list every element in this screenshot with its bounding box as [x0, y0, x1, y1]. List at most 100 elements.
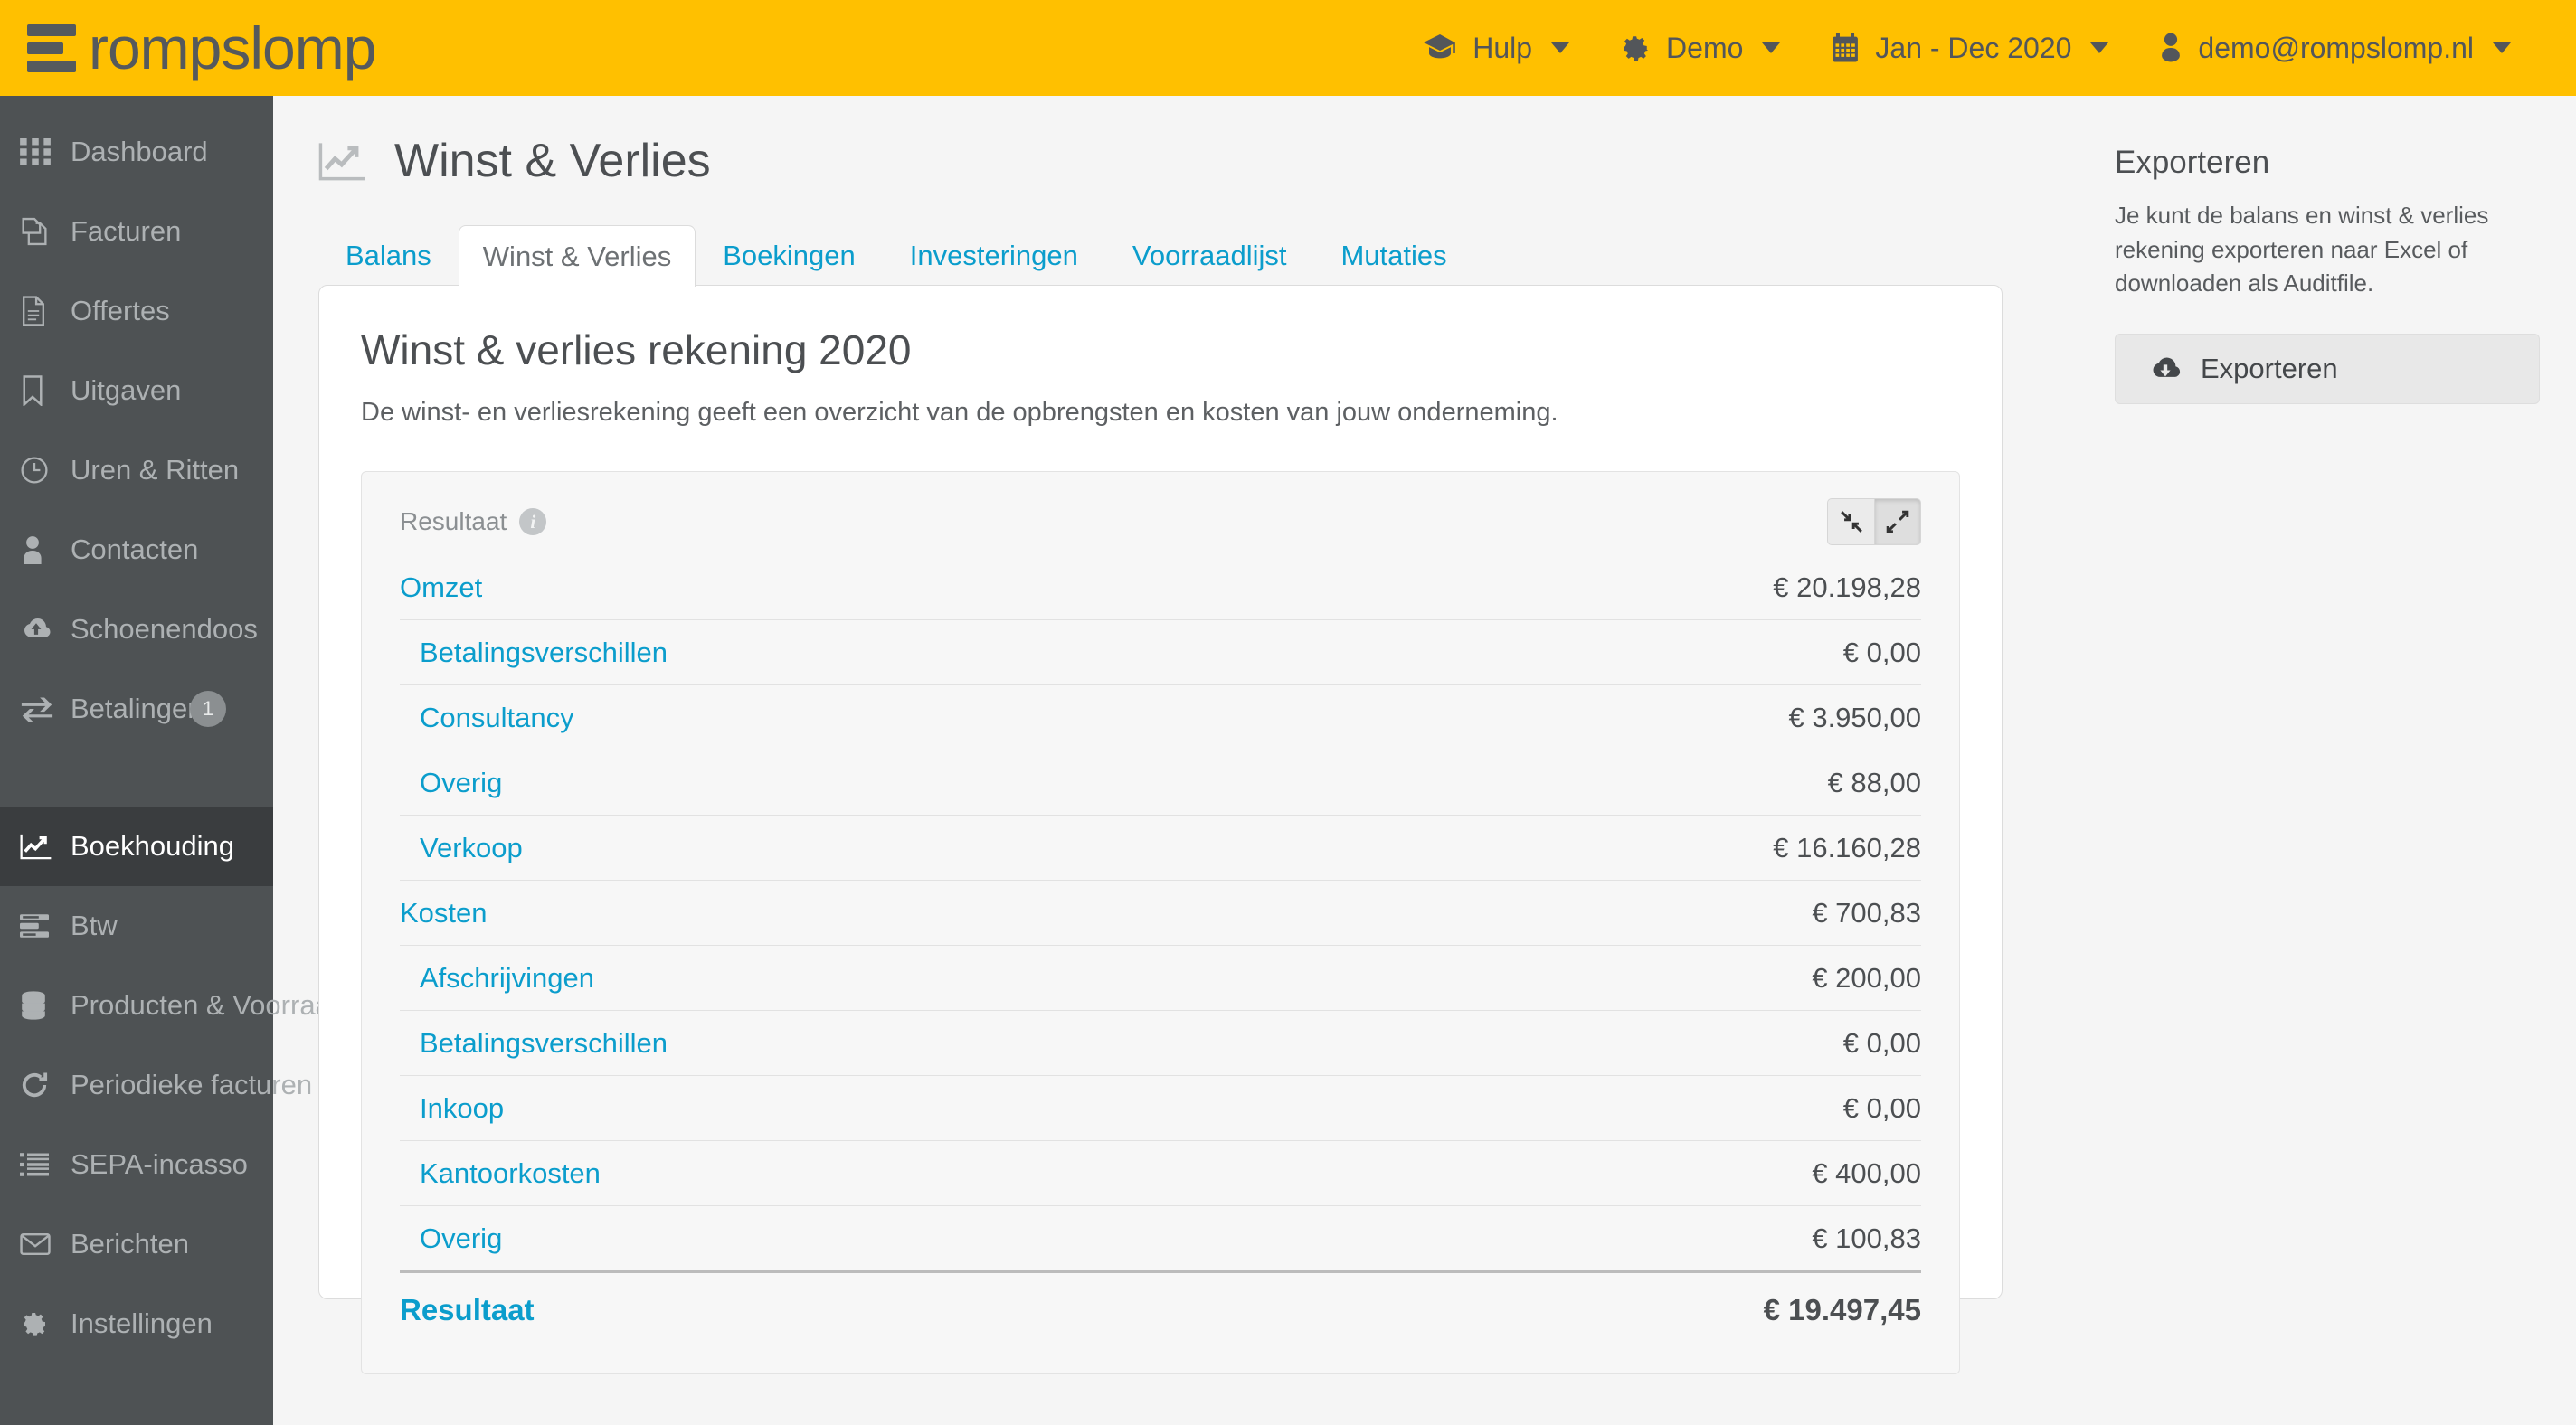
info-icon[interactable]: i: [519, 508, 547, 535]
table-row[interactable]: Betalingsverschillen € 0,00: [400, 620, 1921, 685]
bookmark-icon: [20, 375, 71, 406]
export-panel: Exporteren Je kunt de balans en winst & …: [2053, 96, 2576, 405]
tab-investeringen[interactable]: Investeringen: [883, 226, 1105, 286]
topnav-item-hulp[interactable]: Hulp: [1397, 0, 1595, 96]
export-panel-text: Je kunt de balans en winst & verlies rek…: [2115, 202, 2489, 297]
row-amount: € 3.950,00: [1788, 701, 1921, 733]
app-root: rompslomp Hulp Demo Jan - Dec 2020 demo@…: [0, 0, 2576, 1425]
database-icon: [20, 991, 71, 1020]
refresh-icon: [20, 1071, 71, 1099]
sidebar-item-btw[interactable]: Btw: [0, 886, 273, 966]
row-label[interactable]: Overig: [400, 767, 502, 799]
table-row[interactable]: Consultancy € 3.950,00: [400, 685, 1921, 750]
sidebar-item-label: Uren & Ritten: [71, 454, 240, 486]
row-toggle-buttons: [1827, 498, 1921, 545]
expand-rows-button[interactable]: [1874, 498, 1921, 545]
sidebar-item-berichten[interactable]: Berichten: [0, 1204, 273, 1284]
sidebar-item-label: Boekhouding: [71, 830, 234, 862]
tab-voorraadlijst[interactable]: Voorraadlijst: [1105, 226, 1314, 286]
tab-mutaties[interactable]: Mutaties: [1313, 226, 1473, 286]
gear-icon: [20, 1309, 71, 1338]
table-row[interactable]: Betalingsverschillen € 0,00: [400, 1011, 1921, 1076]
panel-subtitle: De winst- en verliesrekening geeft een o…: [361, 398, 1558, 427]
sidebar-item-dashboard[interactable]: Dashboard: [0, 112, 273, 192]
tab-boekingen[interactable]: Boekingen: [696, 226, 883, 286]
sidebar-item-label: Betalingen: [71, 693, 204, 724]
sidebar-item-label: Uitgaven: [71, 374, 182, 406]
row-label[interactable]: Inkoop: [400, 1092, 504, 1125]
person-icon: [20, 535, 71, 564]
cloud-download-icon: [2148, 356, 2183, 382]
table-row[interactable]: Afschrijvingen € 200,00: [400, 946, 1921, 1011]
copy-files-icon: [20, 216, 71, 247]
row-amount: € 100,83: [1812, 1222, 1921, 1254]
sidebar-item-contacten[interactable]: Contacten: [0, 510, 273, 590]
sidebar-item-boekhouding[interactable]: Boekhouding: [0, 807, 273, 886]
line-chart-icon: [20, 833, 71, 860]
cloud-upload-icon: [20, 617, 71, 642]
topnav-label: Demo: [1666, 31, 1744, 64]
table-row[interactable]: Omzet € 20.198,28: [400, 555, 1921, 620]
chevron-down-icon: [1551, 42, 1570, 53]
brand-logo[interactable]: rompslomp: [27, 14, 376, 81]
topnav-label: demo@rompslomp.nl: [2198, 31, 2474, 64]
status-badge: 1: [190, 691, 226, 727]
profit-loss-table: Resultaat i Omzet € 20.198,28 Betalingsv…: [361, 471, 1960, 1374]
table-row[interactable]: Overig € 88,00: [400, 750, 1921, 816]
topnav-item-period[interactable]: Jan - Dec 2020: [1805, 0, 2134, 96]
row-label[interactable]: Verkoop: [400, 832, 523, 864]
row-label[interactable]: Kantoorkosten: [400, 1157, 601, 1190]
sidebar-item-label: Berichten: [71, 1228, 189, 1260]
chevron-down-icon: [2493, 42, 2511, 53]
brand-name: rompslomp: [89, 14, 376, 81]
topnav-item-demo[interactable]: Demo: [1595, 0, 1805, 96]
row-amount: € 400,00: [1812, 1156, 1921, 1189]
sidebar-item-label: Dashboard: [71, 136, 208, 167]
table-row[interactable]: Kosten € 700,83: [400, 881, 1921, 946]
report-label-group: Resultaat i: [400, 507, 547, 536]
row-amount: € 19.497,45: [1763, 1292, 1921, 1326]
row-label[interactable]: Kosten: [400, 897, 488, 930]
row-label[interactable]: Consultancy: [400, 702, 574, 734]
row-label[interactable]: Betalingsverschillen: [400, 1027, 668, 1060]
sidebar-item-schoenendoos[interactable]: Schoenendoos: [0, 590, 273, 669]
table-row-total: Resultaat € 19.497,45: [400, 1270, 1921, 1346]
graduation-cap-icon: [1423, 34, 1457, 61]
row-label[interactable]: Omzet: [400, 571, 482, 604]
sidebar-item-periodieke-facturen[interactable]: Periodieke facturen: [0, 1045, 312, 1125]
page-header: Winst & Verlies: [306, 134, 2053, 188]
sidebar-item-sepa-incasso[interactable]: SEPA-incasso: [0, 1125, 273, 1204]
export-panel-title: Exporteren: [2115, 145, 2270, 180]
sidebar-item-label: Facturen: [71, 215, 182, 247]
row-label[interactable]: Afschrijvingen: [400, 962, 594, 995]
tab-balans[interactable]: Balans: [318, 226, 459, 286]
collapse-rows-button[interactable]: [1827, 498, 1874, 545]
sidebar: Dashboard Facturen Offertes Uitgaven Ure: [0, 96, 346, 1425]
table-row[interactable]: Inkoop € 0,00: [400, 1076, 1921, 1141]
sidebar-item-facturen[interactable]: Facturen: [0, 192, 273, 271]
sidebar-item-producten-voorraad[interactable]: Producten & Voorraad: [0, 966, 346, 1045]
report-label: Resultaat: [400, 507, 507, 535]
sidebar-item-label: Offertes: [71, 295, 170, 326]
table-row[interactable]: Overig € 100,83: [400, 1206, 1921, 1271]
sidebar-item-instellingen[interactable]: Instellingen: [0, 1284, 273, 1364]
row-label[interactable]: Betalingsverschillen: [400, 637, 668, 669]
gear-icon: [1620, 33, 1651, 63]
sidebar-item-uren-ritten[interactable]: Uren & Ritten: [0, 430, 273, 510]
sidebar-item-betalingen[interactable]: Betalingen 1: [0, 669, 273, 749]
topnav-item-account[interactable]: demo@rompslomp.nl: [2134, 0, 2536, 96]
table-row[interactable]: Kantoorkosten € 400,00: [400, 1141, 1921, 1206]
export-button[interactable]: Exporteren: [2115, 334, 2540, 405]
table-row[interactable]: Verkoop € 16.160,28: [400, 816, 1921, 881]
grid-icon: [20, 138, 71, 165]
row-amount: € 0,00: [1842, 636, 1921, 668]
topnav-label: Jan - Dec 2020: [1875, 31, 2072, 64]
row-label[interactable]: Overig: [400, 1222, 502, 1255]
tab-winst-verlies[interactable]: Winst & Verlies: [458, 225, 696, 287]
panel-title: Winst & verlies rekening 2020: [361, 326, 912, 373]
row-amount: € 0,00: [1842, 1026, 1921, 1059]
sidebar-item-offertes[interactable]: Offertes: [0, 271, 273, 351]
row-label: Resultaat: [400, 1292, 535, 1326]
sidebar-item-uitgaven[interactable]: Uitgaven: [0, 351, 273, 430]
clock-icon: [20, 456, 71, 485]
